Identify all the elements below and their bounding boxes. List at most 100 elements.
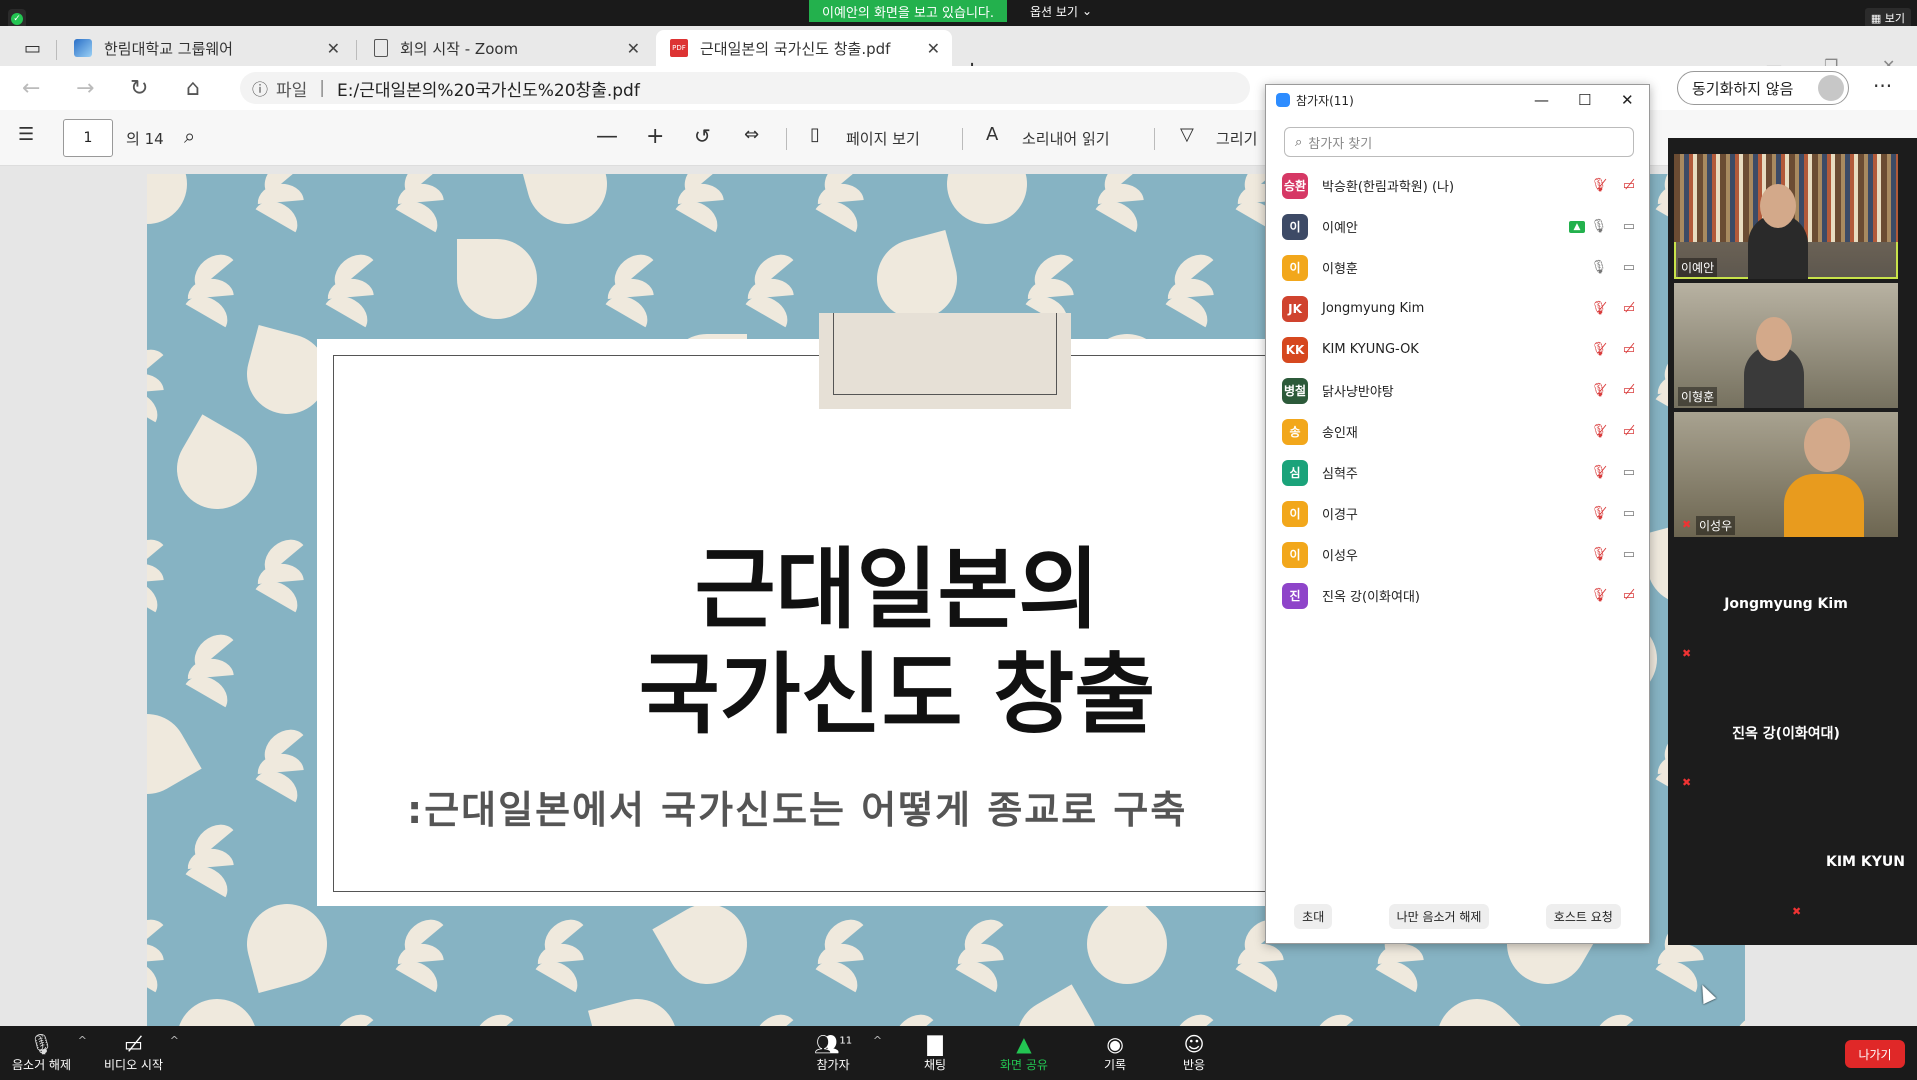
leave-button[interactable]: 나가기 xyxy=(1845,1040,1905,1068)
mic-muted-icon[interactable]: 🎙︎̸ xyxy=(1590,424,1607,439)
unmute-button[interactable]: 🎙︎ 음소거 해제 ^ xyxy=(12,1032,87,1073)
participant-name: 진옥 강(이화여대) xyxy=(1322,590,1420,605)
video-tile[interactable]: 진옥 강(이화여대) ✖ xyxy=(1674,670,1898,795)
close-icon[interactable]: ✕ xyxy=(327,39,340,58)
video-off-icon[interactable]: ▭̸ xyxy=(1623,178,1635,193)
video-icon[interactable]: ▭ xyxy=(1623,506,1635,521)
video-tile[interactable]: 이형훈 xyxy=(1674,283,1898,408)
video-icon[interactable]: ▭ xyxy=(1623,260,1635,275)
participant-row[interactable]: JK Jongmyung Kim 🎙︎̸ ▭̸ xyxy=(1266,288,1649,329)
page-view-button[interactable]: 페이지 보기 xyxy=(846,128,920,149)
close-icon[interactable]: ✕ xyxy=(627,39,640,58)
read-aloud-button[interactable]: 소리내어 읽기 xyxy=(1022,128,1110,149)
unmute-me-button[interactable]: 나만 음소거 해제 xyxy=(1388,904,1490,929)
profile-avatar xyxy=(1818,75,1844,101)
record-icon: ◉ xyxy=(1106,1032,1124,1056)
minimize-icon[interactable]: — xyxy=(1534,91,1549,109)
participant-row[interactable]: 송 송인재 🎙︎̸ ▭̸ xyxy=(1266,411,1649,452)
participants-button[interactable]: 👥︎11 참가자 ^ xyxy=(814,1032,882,1073)
video-icon[interactable]: ▭ xyxy=(1623,219,1635,234)
tab-groupware[interactable]: 한림대학교 그룹웨어 ✕ xyxy=(60,30,352,66)
participant-row[interactable]: 심 심혁주 🎙︎̸ ▭ xyxy=(1266,452,1649,493)
record-button[interactable]: ◉ 기록 xyxy=(1104,1032,1126,1073)
video-off-icon[interactable]: ▭̸ xyxy=(1623,588,1635,603)
video-off-icon[interactable]: ▭̸ xyxy=(1623,342,1635,357)
forward-arrow-icon[interactable]: → xyxy=(76,76,94,101)
mic-muted-icon[interactable]: 🎙︎̸ xyxy=(1590,506,1607,521)
sync-button[interactable]: 동기화하지 않음 xyxy=(1677,71,1849,105)
invite-button[interactable]: 초대 xyxy=(1294,904,1333,929)
fit-width-icon[interactable]: ⇔ xyxy=(744,124,759,145)
mic-muted-icon[interactable]: 🎙︎̸ xyxy=(1590,588,1607,603)
page-total: 의 14 xyxy=(126,130,164,148)
chevron-up-icon[interactable]: ^ xyxy=(873,1034,882,1047)
video-off-icon[interactable]: ▭̸ xyxy=(1623,301,1635,316)
video-off-icon[interactable]: ▭̸ xyxy=(1623,424,1635,439)
mic-icon[interactable]: 🎙︎ xyxy=(1590,260,1607,275)
draw-button[interactable]: 그리기 xyxy=(1216,128,1257,149)
home-icon[interactable]: ⌂ xyxy=(186,76,200,101)
mic-icon[interactable]: 🎙︎ xyxy=(1590,219,1607,234)
participant-name: 이경구 xyxy=(1322,508,1358,523)
video-off-icon[interactable]: ▭̸ xyxy=(1623,383,1635,398)
maximize-icon[interactable]: ☐ xyxy=(1578,91,1591,109)
page-view-icon[interactable]: ▯ xyxy=(810,124,820,145)
table-of-contents-icon[interactable]: ☰ xyxy=(18,124,34,145)
pattern-blob xyxy=(932,174,1042,239)
tab-zoom[interactable]: 회의 시작 - Zoom ✕ xyxy=(360,30,652,66)
close-icon[interactable]: ✕ xyxy=(927,39,940,58)
mic-muted-icon[interactable]: 🎙︎̸ xyxy=(1590,342,1607,357)
search-icon[interactable]: ⌕ xyxy=(184,124,195,148)
video-tile[interactable]: KIM KYUN ✖ xyxy=(1784,799,1917,924)
mic-muted-icon[interactable]: 🎙︎̸ xyxy=(1590,547,1607,562)
url-field[interactable]: ⓘ 파일 | E:/근대일본의%20국가신도%20창출.pdf xyxy=(240,72,1250,104)
participant-row[interactable]: 승환 박승환(한림과학원) (나) 🎙︎̸ ▭̸ xyxy=(1266,165,1649,206)
tab-actions-button[interactable]: ▭ xyxy=(10,30,50,66)
participant-avatar: 이 xyxy=(1282,213,1308,240)
chevron-up-icon[interactable]: ^ xyxy=(170,1034,179,1047)
mic-muted-icon[interactable]: 🎙︎̸ xyxy=(1590,465,1607,480)
zoom-out-icon[interactable]: — xyxy=(596,124,618,149)
more-menu-icon[interactable]: ··· xyxy=(1873,74,1892,98)
share-screen-button[interactable]: ▲ 화면 공유 xyxy=(1000,1032,1048,1073)
mic-muted-icon[interactable]: 🎙︎̸ xyxy=(1590,383,1607,398)
participant-row[interactable]: 이 이경구 🎙︎̸ ▭ xyxy=(1266,493,1649,534)
chevron-up-icon[interactable]: ^ xyxy=(78,1034,87,1047)
participant-row[interactable]: 진 진옥 강(이화여대) 🎙︎̸ ▭̸ xyxy=(1266,575,1649,616)
zoom-in-icon[interactable]: + xyxy=(646,124,664,149)
ask-host-button[interactable]: 호스트 요청 xyxy=(1545,904,1621,929)
view-options-button[interactable]: 옵션 보기 ⌄ xyxy=(1021,0,1101,22)
close-icon[interactable]: ✕ xyxy=(1621,91,1634,109)
participant-row[interactable]: 이 이성우 🎙︎̸ ▭ xyxy=(1266,534,1649,575)
participant-search-input[interactable]: ⌕ 참가자 찾기 xyxy=(1284,127,1634,157)
tab-pdf[interactable]: PDF 근대일본의 국가신도 창출.pdf ✕ xyxy=(656,30,952,66)
participant-row[interactable]: 병철 닭사냥반야탕 🎙︎̸ ▭̸ xyxy=(1266,370,1649,411)
video-tile[interactable]: Jongmyung Kim ✖ xyxy=(1674,541,1898,666)
video-icon[interactable]: ▭ xyxy=(1623,547,1635,562)
tab-label: 근대일본의 국가신도 창출.pdf xyxy=(700,39,891,58)
mic-muted-icon[interactable]: 🎙︎̸ xyxy=(1590,301,1607,316)
zoom-meeting-controls: 🎙︎ 음소거 해제 ^ ▭̸ 비디오 시작 ^ 👥︎11 참가자 ^ ▇ 채팅 … xyxy=(0,1026,1917,1080)
refresh-icon[interactable]: ↻ xyxy=(130,76,148,101)
mic-muted-icon[interactable]: 🎙︎̸ xyxy=(1590,178,1607,193)
chat-button[interactable]: ▇ 채팅 xyxy=(924,1032,946,1073)
back-arrow-icon[interactable]: ← xyxy=(22,76,40,101)
pattern-blob xyxy=(147,699,202,809)
read-aloud-icon[interactable]: A xyxy=(986,124,998,145)
participant-row[interactable]: 이 이형훈 🎙︎ ▭ xyxy=(1266,247,1649,288)
video-tile-name: KIM KYUN xyxy=(1826,853,1905,870)
video-tile[interactable]: 이성우 ✖ xyxy=(1674,412,1898,537)
view-button[interactable]: ▦ 보기 xyxy=(1864,8,1911,28)
participants-label: 참가자 xyxy=(816,1058,850,1072)
draw-icon[interactable]: ▽ xyxy=(1180,124,1194,145)
reactions-button[interactable]: ☺ 반응 xyxy=(1183,1032,1205,1073)
participant-row[interactable]: 이 이예안 ▲ 🎙︎ ▭ xyxy=(1266,206,1649,247)
start-video-button[interactable]: ▭̸ 비디오 시작 ^ xyxy=(104,1032,179,1073)
video-tile-label: 이성우 xyxy=(1696,516,1736,535)
participant-row[interactable]: KK KIM KYUNG-OK 🎙︎̸ ▭̸ xyxy=(1266,329,1649,370)
rotate-icon[interactable]: ↺ xyxy=(694,124,711,148)
video-icon[interactable]: ▭ xyxy=(1623,465,1635,480)
video-tile[interactable]: 이예안 xyxy=(1674,154,1898,279)
info-icon[interactable]: ⓘ xyxy=(252,76,268,100)
page-number-input[interactable]: 1 xyxy=(63,119,113,157)
